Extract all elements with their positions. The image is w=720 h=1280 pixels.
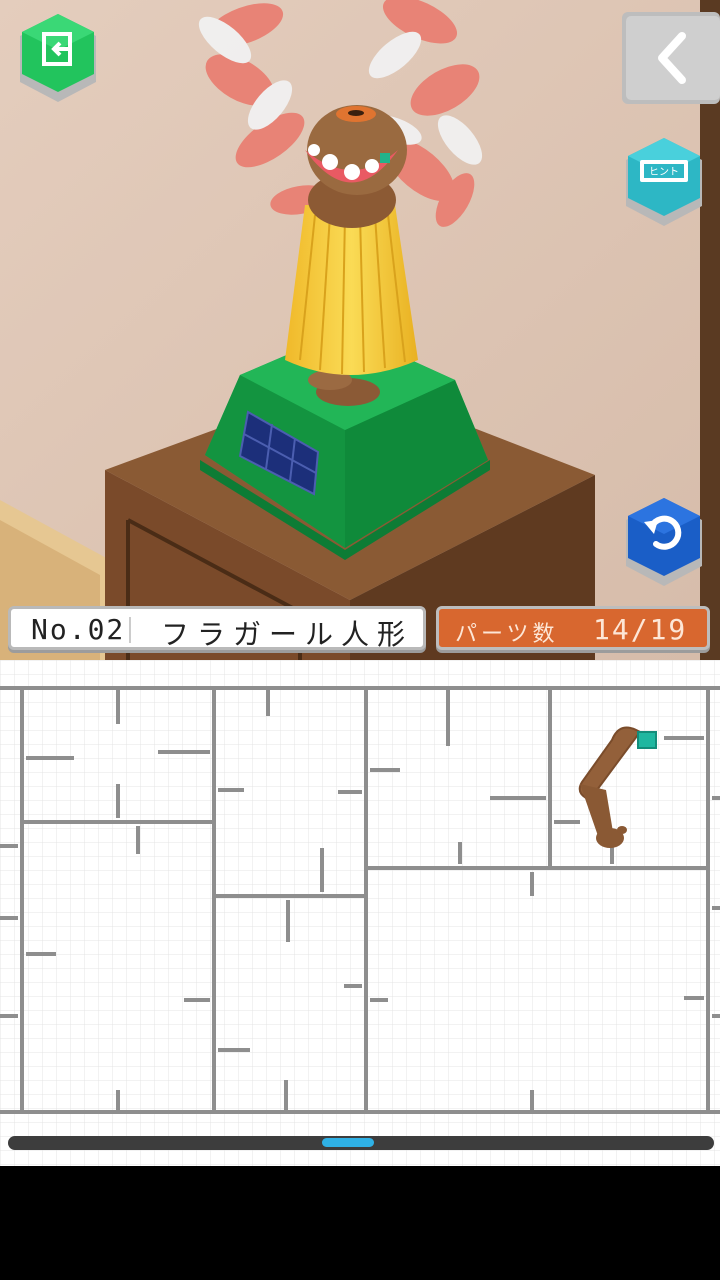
parts-scrollbar-thumb[interactable] <box>321 1138 374 1147</box>
undo-button[interactable] <box>622 496 706 588</box>
exit-door-icon <box>20 14 96 102</box>
grid-canvas <box>0 660 720 1166</box>
hint-button[interactable]: ヒント <box>622 136 706 228</box>
diorama-artwork <box>0 0 720 660</box>
bottom-letterbox <box>0 1166 720 1280</box>
hint-film-icon <box>626 138 702 226</box>
parts-count-plate: パーツ数 14/19 <box>436 606 710 650</box>
item-title-plate: No.02 フラガール人形 <box>8 606 426 651</box>
item-name: フラガール人形 <box>161 618 414 651</box>
undo-arrow-icon <box>626 498 702 586</box>
diorama-scene <box>0 0 720 660</box>
chevron-left-icon <box>622 12 720 104</box>
parts-grid[interactable] <box>0 660 720 1166</box>
title-divider <box>129 617 131 643</box>
hint-label: ヒント <box>649 167 679 178</box>
parts-label: パーツ数 <box>455 622 559 647</box>
back-button[interactable] <box>620 10 720 106</box>
parts-count: 14/19 <box>593 613 688 646</box>
exit-button[interactable] <box>16 12 100 106</box>
item-number: No.02 <box>31 613 126 646</box>
